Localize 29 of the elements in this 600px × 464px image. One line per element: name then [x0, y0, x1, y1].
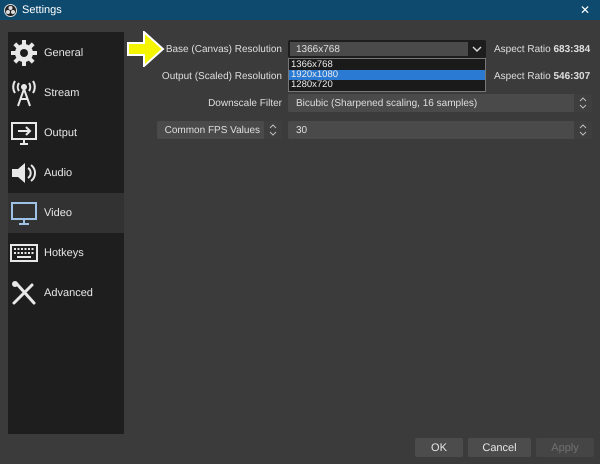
- dialog-button[interactable]: OK: [415, 438, 463, 457]
- field-label: Downscale Filter: [208, 98, 282, 108]
- monitor-icon: [10, 119, 38, 147]
- dialog-button[interactable]: Cancel: [468, 438, 531, 457]
- dropdown-option[interactable]: 1920x1080: [289, 70, 485, 80]
- arrow-drawing: [127, 31, 165, 67]
- tools-icon: [10, 279, 38, 307]
- sidebar-item[interactable]: Video: [8, 193, 124, 233]
- sidebar-item[interactable]: Audio: [8, 153, 124, 193]
- field-label: Output (Scaled) Resolution: [162, 70, 282, 82]
- sidebar-item[interactable]: General: [8, 33, 124, 73]
- dropdown-option[interactable]: 1280x720: [289, 80, 485, 90]
- sidebar-item[interactable]: Output: [8, 113, 124, 153]
- app-logo-icon: [4, 4, 17, 16]
- aspect-ratio: Aspect Ratio 546:307: [493, 70, 592, 82]
- sidebar-item[interactable]: Stream: [8, 73, 124, 113]
- antenna-icon: [10, 79, 38, 107]
- close-button[interactable]: ✕: [576, 3, 594, 17]
- window-title: Settings: [22, 4, 63, 16]
- monitor-icon: [10, 199, 38, 227]
- sidebar-item[interactable]: Hotkeys: [8, 233, 124, 273]
- filter-dropdown[interactable]: Bicubic (Sharpened scaling, 16 samples): [288, 94, 592, 112]
- fps-dropdown[interactable]: 30: [288, 121, 592, 139]
- field-label: Base (Canvas) Resolution: [166, 44, 282, 54]
- dropdown-option[interactable]: 1366x768: [289, 60, 485, 70]
- sidebar-item[interactable]: Advanced: [8, 273, 124, 313]
- resolution-dropdown[interactable]: 1366x768: [288, 40, 486, 58]
- aspect-ratio: Aspect Ratio 683:384: [493, 44, 592, 54]
- fps-mode-dropdown[interactable]: Common FPS Values: [156, 121, 282, 139]
